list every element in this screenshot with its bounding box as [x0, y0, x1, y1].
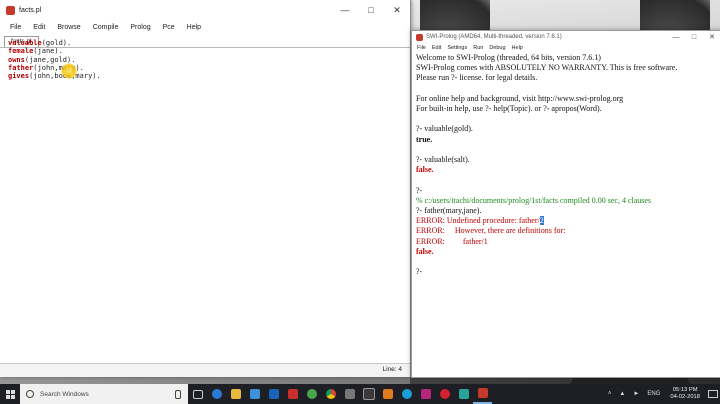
- editor-title: facts.pl: [19, 6, 42, 14]
- language-indicator[interactable]: ENG: [643, 391, 664, 397]
- taskbar: Search Windows ˄ ▲ ► ENG 05:13 PM 04-02-…: [0, 384, 720, 404]
- clock-time: 05:13 PM: [672, 387, 698, 393]
- app-icon-blue[interactable]: [264, 384, 283, 404]
- cursor-highlight: [61, 63, 77, 79]
- menu-edit[interactable]: Edit: [27, 24, 51, 31]
- minimize-icon[interactable]: —: [332, 0, 358, 20]
- search-icon: [26, 390, 34, 398]
- app-icon-magenta[interactable]: [416, 384, 435, 404]
- menu-help[interactable]: Help: [181, 24, 207, 31]
- console-menu-run[interactable]: Run: [470, 45, 486, 51]
- menu-prolog[interactable]: Prolog: [124, 24, 156, 31]
- console-line: ?-: [416, 267, 423, 277]
- prolog-app-icon: [6, 5, 15, 15]
- console-line: ?- valuable(salt).: [416, 154, 470, 164]
- editor-window: facts.pl — □ ✕ File Edit Browse Compile …: [0, 0, 411, 377]
- console-line: For built-in help, use ?- help(Topic). o…: [416, 104, 602, 113]
- clock[interactable]: 05:13 PM 04-02-2018: [664, 387, 706, 401]
- editor-text-area[interactable]: valuable(gold). female(jane). owns(jane,…: [8, 39, 406, 363]
- app-icon-dark[interactable]: [359, 384, 378, 404]
- menu-browse[interactable]: Browse: [51, 24, 86, 31]
- maximize-icon[interactable]: □: [358, 0, 384, 20]
- editor-title-bar: facts.pl — □ ✕: [0, 0, 410, 20]
- app-icon-gray[interactable]: [340, 384, 359, 404]
- maximize-icon[interactable]: □: [685, 34, 703, 41]
- editor-status-bar: Line: 4: [0, 363, 410, 377]
- store-icon[interactable]: [245, 384, 264, 404]
- swi-prolog-taskbar-icon[interactable]: [473, 384, 492, 404]
- menu-file[interactable]: File: [4, 24, 27, 31]
- console-menu-edit[interactable]: Edit: [429, 45, 444, 51]
- console-line: % c:/users/itachi/documents/prolog/1st/f…: [416, 195, 652, 205]
- console-line: Please run ?- license. for legal details…: [416, 73, 538, 83]
- editor-menu-bar: File Edit Browse Compile Prolog Pce Help: [0, 20, 410, 35]
- windows-icon: [5, 389, 15, 399]
- code-line: female(jane).: [8, 47, 63, 56]
- line-indicator: Line: 4: [382, 366, 402, 373]
- console-menu-debug[interactable]: Debug: [486, 45, 508, 51]
- app-icon-orange[interactable]: [378, 384, 397, 404]
- selected-text: 2: [539, 216, 544, 226]
- close-icon[interactable]: ✕: [384, 0, 410, 20]
- console-title: SWI-Prolog (AMD64, Multi-threaded, versi…: [426, 34, 562, 40]
- console-menu-bar: File Edit Settings Run Debug Help: [412, 43, 720, 53]
- console-line: true.: [416, 134, 433, 144]
- chevron-up-icon[interactable]: ˄: [604, 391, 616, 397]
- menu-pce[interactable]: Pce: [157, 24, 181, 31]
- network-icon[interactable]: ▲: [615, 391, 629, 397]
- console-menu-file[interactable]: File: [414, 45, 429, 51]
- console-line: false.: [416, 246, 434, 256]
- console-line: false.: [416, 165, 434, 175]
- minimize-icon[interactable]: —: [667, 34, 685, 41]
- console-line: ?- valuable(gold).: [416, 124, 473, 134]
- file-explorer-icon[interactable]: [226, 384, 245, 404]
- clock-date: 04-02-2018: [670, 394, 700, 400]
- opera-icon[interactable]: [435, 384, 454, 404]
- console-line: ERROR: However, there are definitions fo…: [416, 226, 566, 236]
- console-menu-help[interactable]: Help: [509, 45, 526, 51]
- app-icon-green[interactable]: [302, 384, 321, 404]
- console-line: SWI-Prolog comes with ABSOLUTELY NO WARR…: [416, 63, 678, 73]
- microphone-icon[interactable]: [175, 389, 181, 399]
- console-output[interactable]: Welcome to SWI-Prolog (threaded, 64 bits…: [416, 53, 713, 373]
- console-line: Welcome to SWI-Prolog (threaded, 64 bits…: [416, 53, 601, 62]
- app-icon-skype[interactable]: [397, 384, 416, 404]
- console-line: For online help and background, visit ht…: [416, 93, 624, 103]
- close-icon[interactable]: ✕: [703, 33, 720, 41]
- prolog-console-window: SWI-Prolog (AMD64, Multi-threaded, versi…: [411, 30, 720, 378]
- notification-icon[interactable]: [706, 384, 720, 404]
- console-menu-settings[interactable]: Settings: [444, 45, 470, 51]
- taskbar-search[interactable]: Search Windows: [20, 384, 188, 404]
- edge-icon[interactable]: [207, 384, 226, 404]
- search-placeholder: Search Windows: [40, 390, 89, 398]
- console-title-bar: SWI-Prolog (AMD64, Multi-threaded, versi…: [412, 31, 720, 43]
- console-line: ERROR: father/1: [416, 236, 488, 246]
- menu-compile[interactable]: Compile: [87, 24, 125, 31]
- code-line: valuable(gold).: [8, 39, 72, 47]
- system-tray: ˄ ▲ ► ENG 05:13 PM 04-02-2018: [604, 384, 720, 404]
- console-line: ?-: [416, 185, 423, 195]
- volume-icon[interactable]: ►: [629, 391, 643, 397]
- prolog-app-icon: [416, 33, 423, 41]
- console-line: ERROR: Undefined procedure: father/2: [416, 216, 544, 226]
- console-line: ?- father(mary,jane).: [416, 205, 482, 215]
- app-icon-teal[interactable]: [454, 384, 473, 404]
- task-view-icon[interactable]: [188, 384, 207, 404]
- chrome-icon[interactable]: [321, 384, 340, 404]
- start-button[interactable]: [0, 384, 20, 404]
- app-icon-red[interactable]: [283, 384, 302, 404]
